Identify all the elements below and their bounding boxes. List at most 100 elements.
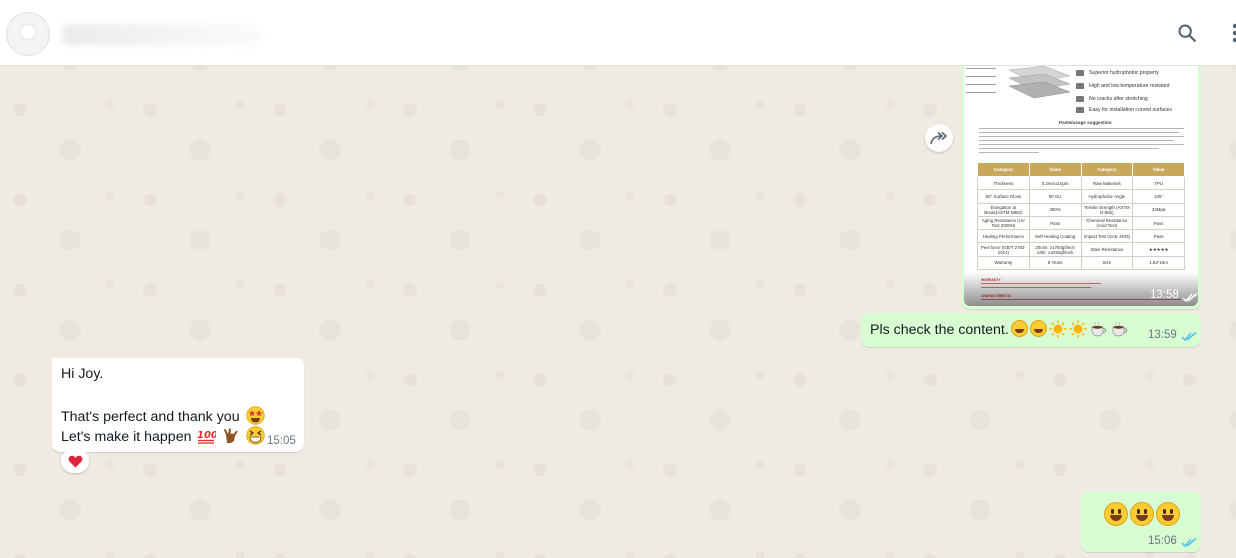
feature-icon — [1076, 70, 1084, 76]
table-cell: Aging Resistance (UV Test 2000H) — [977, 215, 1030, 231]
column-header: Category — [977, 162, 1030, 177]
message-line: Hi Joy. — [61, 366, 104, 382]
table-row: Elongation at Break(ASTM D882) 350% Tensil… — [977, 202, 1185, 217]
body-text-line — [979, 148, 1159, 149]
label-line — [966, 68, 996, 70]
body-text-line — [979, 144, 1184, 145]
label-line — [966, 76, 996, 78]
table-cell: Tensile strength (ASTM D-882) — [1080, 202, 1134, 217]
search-icon[interactable] — [1174, 20, 1200, 46]
svg-text:100: 100 — [197, 430, 216, 441]
table-cell: Self-Healing Coating — [1028, 229, 1082, 244]
heart-icon — [68, 455, 82, 467]
feature-icon — [1076, 83, 1084, 89]
call-me-hand-emoji — [224, 428, 238, 443]
read-ticks-icon — [1182, 292, 1198, 303]
body-text-line — [979, 140, 1174, 141]
coffee-emoji — [1112, 321, 1127, 337]
table-cell: Healing Performance — [977, 229, 1030, 244]
smiley-emoji — [1104, 502, 1128, 526]
image-message[interactable]: Superior hydrophobic property High and l… — [961, 66, 1201, 309]
feature-text: No cracks after stretching — [1089, 96, 1148, 102]
message-line: Let's make it happen 100 — [61, 426, 266, 445]
outgoing-emoji-message[interactable]: 15:06 — [1081, 491, 1201, 552]
heart-reaction-badge[interactable] — [61, 449, 89, 473]
feature-icon — [1076, 107, 1084, 113]
contact-name-obscured[interactable] — [62, 24, 262, 46]
table-cell: TPU — [1132, 175, 1185, 191]
star-struck-emoji — [245, 406, 265, 425]
table-cell: 105° — [1132, 189, 1185, 204]
table-cell: Thickness — [977, 175, 1030, 191]
table-row: Thickness 0.2mm±10μm Raw Materials TPU — [977, 175, 1185, 191]
smiley-emoji — [1130, 502, 1154, 526]
contact-avatar[interactable] — [6, 12, 50, 56]
feature-icon — [1076, 96, 1084, 102]
incoming-message[interactable]: Hi Joy. That's perfect and thank you Let… — [52, 358, 304, 452]
table-body: Thickness 0.2mm±10μm Raw Materials TPU 60° S… — [977, 175, 1185, 271]
hundred-points-emoji: 100 — [197, 430, 218, 444]
message-line: That's perfect and thank you — [61, 406, 265, 425]
table-cell: 60° Surface Gloss — [977, 189, 1030, 204]
read-ticks-icon — [1181, 537, 1197, 548]
table-cell: 90 GU — [1028, 189, 1082, 204]
table-cell: 8 Years — [1028, 255, 1082, 271]
message-body: Let's make it happen — [61, 429, 192, 445]
body-text-line — [979, 136, 1184, 137]
table-row: Warranty 8 Years Size 1.52*15m — [977, 255, 1185, 271]
chat-header — [0, 0, 1236, 66]
table-cell: Hydrophobic Angle — [1080, 189, 1134, 204]
label-line — [966, 84, 996, 86]
body-text-line — [979, 128, 1184, 129]
message-time: 13:59 — [1148, 329, 1177, 341]
table-cell: Raw Materials — [1080, 175, 1134, 191]
message-time: 15:06 — [1148, 535, 1177, 547]
section-heading: Paste/usage suggestion — [1059, 120, 1112, 125]
message-time: 13:58 — [1150, 289, 1179, 301]
table-cell: ★★★★★ — [1132, 242, 1185, 257]
table-cell: Impact Test (SAE J400) — [1080, 229, 1134, 244]
table-cell: Pass — [1132, 215, 1185, 231]
feature-text: High and low temperature resistant — [1089, 83, 1170, 89]
smiley-emoji — [1156, 502, 1180, 526]
column-header: Value — [1028, 162, 1082, 177]
table-cell: Chemical Resistance (Acid Test) — [1080, 215, 1134, 231]
feature-text: Easy for installation curved surfaces — [1089, 107, 1173, 113]
message-text: Pls check the content. — [870, 320, 1129, 338]
table-cell: Warranty — [977, 255, 1030, 271]
column-header: Category — [1080, 162, 1134, 177]
kebab-menu-icon[interactable] — [1222, 20, 1236, 46]
table-cell: 0.2mm±10μm — [1028, 175, 1082, 191]
table-row: Healing Performance Self-Healing Coating I… — [977, 229, 1185, 244]
table-cell: Elongation at Break(ASTM D882) — [977, 202, 1030, 217]
forward-icon[interactable] — [925, 124, 953, 152]
table-cell: 1.52*15m — [1132, 255, 1185, 271]
feature-text: Superior hydrophobic property — [1089, 70, 1159, 76]
body-text-line — [979, 152, 1039, 153]
table-header-row: Category Value Category Value — [977, 162, 1185, 177]
table-cell: Pass — [1028, 215, 1082, 231]
table-cell: 20min: ≥1750gf/inch 24hr: ≥2250gf/inch — [1028, 242, 1082, 257]
smiley-emoji — [1029, 320, 1047, 337]
coffee-emoji — [1091, 321, 1106, 337]
message-body: Pls check the content. — [870, 322, 1009, 338]
table-row: Peel force (GB/T 2792-2014) 20min: ≥1750g… — [977, 242, 1185, 257]
spec-table: Category Value Category Value Thickness 0… — [977, 162, 1185, 271]
sun-emoji — [1069, 320, 1087, 338]
body-text-line — [979, 132, 1179, 133]
document-image[interactable]: Superior hydrophobic property High and l… — [964, 66, 1198, 306]
smiley-emoji — [1010, 320, 1028, 337]
label-line — [966, 92, 996, 94]
read-ticks-icon — [1181, 331, 1197, 342]
table-cell: Size — [1080, 255, 1134, 271]
table-cell: 32Mpa — [1132, 202, 1185, 217]
table-cell: 350% — [1028, 202, 1082, 217]
message-body: That's perfect and thank you — [61, 409, 240, 425]
table-cell: Pass — [1132, 229, 1185, 244]
table-cell: Stain Resistance — [1080, 242, 1134, 257]
column-header: Value — [1132, 162, 1185, 177]
outgoing-message[interactable]: Pls check the content. 13:59 — [861, 313, 1201, 347]
table-row: 60° Surface Gloss 90 GU Hydrophobic Angle 1… — [977, 189, 1185, 204]
table-cell: Peel force (GB/T 2792-2014) — [977, 242, 1030, 257]
table-row: Aging Resistance (UV Test 2000H) Pass Chem… — [977, 215, 1185, 231]
